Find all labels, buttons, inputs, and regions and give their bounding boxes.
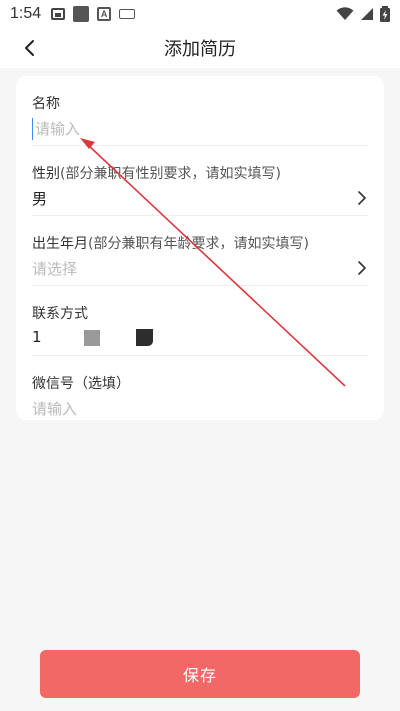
wifi-icon [336, 7, 354, 20]
contact-field: 联系方式 1 [32, 286, 368, 356]
gender-hint: (部分兼职有性别要求，请如实填写) [60, 166, 281, 182]
wechat-input[interactable] [32, 398, 332, 420]
chevron-right-icon [358, 261, 366, 275]
chevron-right-icon [358, 191, 366, 205]
name-label: 名称 [32, 96, 60, 112]
birth-field[interactable]: 出生年月(部分兼职有年龄要求，请如实填写) 请选择 [32, 216, 368, 286]
birth-select: 请选择 [32, 260, 78, 278]
app-notification-icon [73, 6, 90, 22]
font-a-icon: A [97, 7, 112, 21]
resume-form: 名称 性别(部分兼职有性别要求，请如实填写) 男 出生年月(部分兼职有年龄要求，… [16, 76, 384, 420]
contact-input[interactable]: 1 [32, 328, 332, 350]
birth-label: 出生年月(部分兼职有年龄要求，请如实填写) [32, 236, 309, 252]
wechat-label: 微信号（选填） [32, 376, 130, 392]
status-bar: 1:54 A [0, 0, 400, 28]
name-input[interactable] [32, 118, 332, 140]
nav-bar: 添加简历 [0, 28, 400, 68]
battery-icon [380, 6, 390, 22]
signal-icon [361, 8, 373, 20]
keyboard-icon [119, 9, 136, 19]
name-field: 名称 [32, 76, 368, 146]
birth-hint: (部分兼职有年龄要求，请如实填写) [88, 236, 309, 252]
chevron-left-icon [25, 40, 34, 56]
page-title: 添加简历 [164, 39, 236, 60]
redacted-block [136, 329, 153, 346]
wechat-field: 微信号（选填） [32, 356, 368, 426]
status-time: 1:54 [10, 5, 42, 22]
gender-value: 男 [32, 190, 48, 208]
save-button[interactable]: 保存 [40, 650, 360, 698]
back-button[interactable] [14, 34, 44, 62]
gender-label: 性别(部分兼职有性别要求，请如实填写) [32, 166, 281, 182]
status-right-icons [336, 6, 390, 22]
redacted-block [84, 330, 100, 346]
gender-field[interactable]: 性别(部分兼职有性别要求，请如实填写) 男 [32, 146, 368, 216]
gallery-icon [51, 8, 66, 20]
contact-label: 联系方式 [32, 306, 88, 322]
